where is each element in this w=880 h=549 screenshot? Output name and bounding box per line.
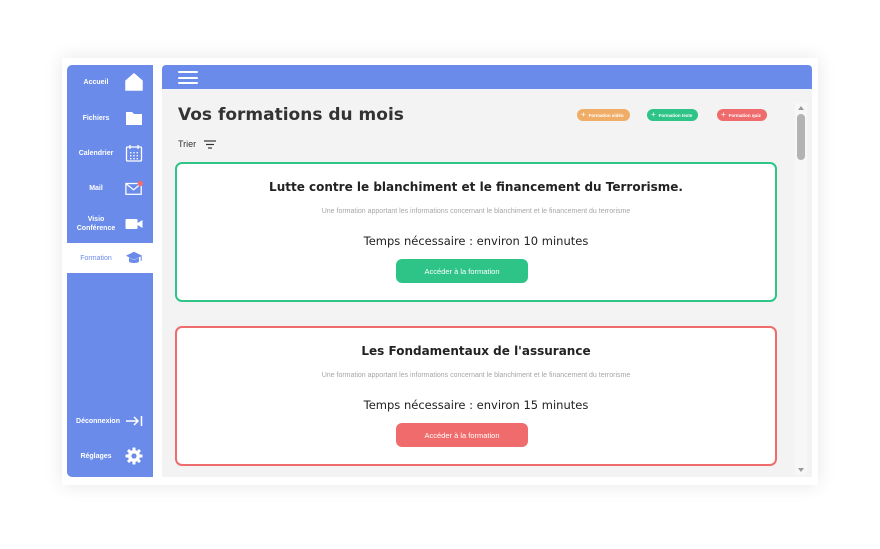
- sidebar-item-label: Fichiers: [82, 114, 110, 122]
- sidebar-item-label: Déconnexion: [76, 417, 120, 425]
- sidebar-item-calendrier[interactable]: Calendrier: [67, 137, 153, 169]
- plus-icon: +: [721, 110, 726, 119]
- sidebar-item-label: Mail: [89, 184, 103, 192]
- notification-dot: [137, 180, 143, 187]
- filter-label: Formation vidéo: [588, 112, 624, 118]
- formation-card: Les Fondamentaux de l'assurance Une form…: [175, 326, 777, 466]
- sidebar-item-label: Réglages: [80, 452, 112, 460]
- card-title: Lutte contre le blanchiment et le financ…: [269, 180, 683, 194]
- sidebar-item-mail[interactable]: Mail: [67, 172, 153, 204]
- folder-icon: [125, 109, 143, 127]
- filter-video-button[interactable]: + Formation vidéo: [577, 109, 630, 121]
- sort-label: Trier: [178, 139, 197, 149]
- vertical-scrollbar[interactable]: [795, 103, 807, 475]
- top-bar: [162, 65, 812, 89]
- hamburger-menu-icon[interactable]: [178, 71, 198, 84]
- filter-texte-button[interactable]: + Formation texte: [647, 109, 699, 121]
- gear-icon: [125, 447, 143, 465]
- plus-icon: +: [651, 110, 656, 119]
- sidebar-item-formation[interactable]: Formation: [67, 243, 153, 273]
- calendar-icon: [125, 144, 143, 162]
- card-duration: Temps nécessaire : environ 10 minutes: [363, 234, 589, 248]
- sidebar-item-fichiers[interactable]: Fichiers: [67, 102, 153, 134]
- access-formation-button[interactable]: Accéder à la formation: [396, 423, 528, 447]
- scroll-down-arrow[interactable]: [798, 468, 804, 472]
- sidebar-item-label: Formation: [80, 254, 112, 262]
- logout-icon: [125, 412, 143, 430]
- filter-label: Formation texte: [658, 112, 693, 118]
- plus-icon: +: [581, 110, 586, 119]
- sidebar-item-label: Accueil: [83, 78, 109, 86]
- graduation-cap-icon: [125, 249, 143, 267]
- sidebar-item-visio[interactable]: Visio Conférence: [67, 208, 153, 240]
- card-description: Une formation apportant les informations…: [321, 208, 631, 215]
- sidebar-item-reglages[interactable]: Réglages: [67, 440, 153, 472]
- mail-icon: [125, 179, 143, 197]
- video-camera-icon: [125, 215, 143, 233]
- main-content: Vos formations du mois + Formation vidéo…: [162, 89, 812, 477]
- scroll-up-arrow[interactable]: [798, 106, 804, 110]
- sidebar-item-label: Visio Conférence: [76, 216, 116, 232]
- card-title: Les Fondamentaux de l'assurance: [361, 344, 591, 358]
- sort-icon: [204, 139, 217, 149]
- sort-control[interactable]: Trier: [178, 139, 217, 149]
- page-title: Vos formations du mois: [178, 105, 404, 125]
- formation-card: Lutte contre le blanchiment et le financ…: [175, 162, 777, 302]
- filter-label: Formation quiz: [728, 112, 761, 118]
- sidebar: Accueil Fichiers Calendrier Mail Visio C…: [67, 65, 153, 477]
- filter-quiz-button[interactable]: + Formation quiz: [717, 109, 767, 121]
- sidebar-item-accueil[interactable]: Accueil: [67, 66, 153, 98]
- sidebar-item-deconnexion[interactable]: Déconnexion: [67, 405, 153, 437]
- scroll-thumb[interactable]: [797, 114, 805, 160]
- access-formation-button[interactable]: Accéder à la formation: [396, 259, 528, 283]
- sidebar-item-label: Calendrier: [78, 149, 114, 157]
- card-duration: Temps nécessaire : environ 15 minutes: [363, 398, 589, 412]
- home-icon: [125, 73, 143, 91]
- card-description: Une formation apportant les informations…: [321, 372, 631, 379]
